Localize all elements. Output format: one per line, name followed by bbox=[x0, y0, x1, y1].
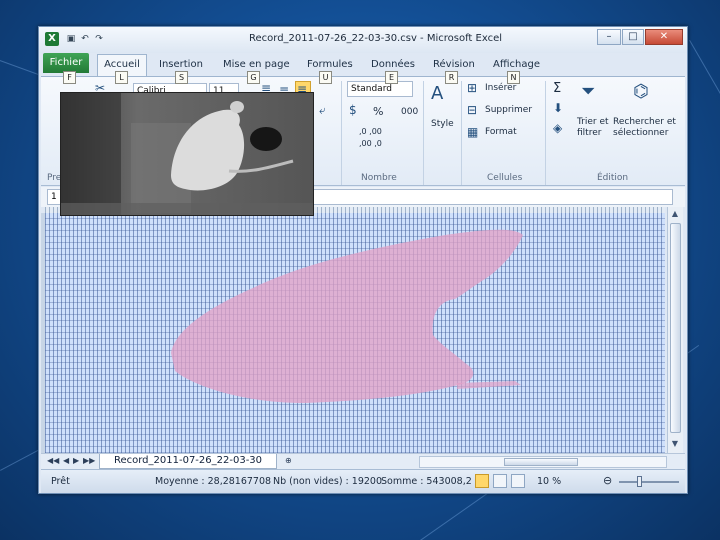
status-average: Moyenne : 28,28167708 bbox=[155, 476, 272, 487]
first-sheet-icon[interactable]: ◀◀ bbox=[47, 456, 59, 465]
zoom-slider[interactable] bbox=[619, 481, 679, 483]
formula-input[interactable] bbox=[313, 189, 673, 205]
keytip-accueil: L bbox=[115, 71, 128, 84]
maximize-button[interactable]: □ bbox=[622, 29, 644, 45]
save-icon[interactable]: ▣ bbox=[65, 33, 77, 45]
insert-cells-icon[interactable]: ⊞ bbox=[467, 81, 477, 95]
page-break-view-button[interactable] bbox=[511, 474, 525, 488]
page-layout-view-button[interactable] bbox=[493, 474, 507, 488]
keytip-affichage: N bbox=[507, 71, 520, 84]
prev-sheet-icon[interactable]: ◀ bbox=[63, 456, 69, 465]
close-button[interactable]: ✕ bbox=[645, 29, 683, 45]
insert-button[interactable]: Insérer bbox=[485, 83, 516, 93]
heatmap-tail bbox=[457, 381, 521, 389]
worksheet-grid[interactable] bbox=[45, 213, 665, 453]
wrap-text-icon[interactable]: ⤶ bbox=[319, 103, 326, 118]
window-title: Record_2011-07-26_22-03-30.csv - Microso… bbox=[249, 33, 503, 44]
delete-cells-icon[interactable]: ⊟ bbox=[467, 103, 477, 117]
group-label-nombre: Nombre bbox=[361, 173, 397, 183]
number-format-combo[interactable]: Standard bbox=[347, 81, 413, 97]
background-line bbox=[689, 40, 720, 214]
undo-icon[interactable]: ↶ bbox=[79, 33, 91, 45]
thousands-button[interactable]: 000 bbox=[401, 107, 418, 117]
sheet-tab-record[interactable]: Record_2011-07-26_22-03-30 bbox=[99, 454, 277, 469]
tab-mise-en-page[interactable]: Mise en page bbox=[223, 59, 290, 70]
group-separator bbox=[341, 81, 342, 185]
format-button[interactable]: Format bbox=[485, 127, 517, 137]
tab-donnees[interactable]: Données bbox=[371, 59, 415, 70]
keytip-donnees: E bbox=[385, 71, 398, 84]
scroll-down-arrow-icon[interactable]: ▼ bbox=[668, 439, 682, 448]
tab-revision[interactable]: Révision bbox=[433, 59, 475, 70]
keytip-mise-en-page: G bbox=[247, 71, 260, 84]
webcam-frame-image bbox=[60, 92, 314, 216]
minimize-button[interactable]: – bbox=[597, 29, 621, 45]
group-separator bbox=[423, 81, 424, 185]
style-icon[interactable]: A bbox=[431, 83, 443, 104]
currency-icon[interactable]: $ bbox=[349, 103, 357, 117]
horizontal-scrollbar[interactable] bbox=[419, 456, 667, 468]
zoom-slider-thumb[interactable] bbox=[637, 476, 642, 487]
keytip-insertion: S bbox=[175, 71, 188, 84]
status-sum: Somme : 543008,2 bbox=[381, 476, 472, 487]
tab-affichage[interactable]: Affichage bbox=[493, 59, 540, 70]
status-ready: Prêt bbox=[51, 476, 70, 487]
decrease-decimal-button[interactable]: ,00 ,0 bbox=[359, 139, 382, 148]
binoculars-icon[interactable]: ⌬ bbox=[633, 81, 649, 102]
delete-button[interactable]: Supprimer bbox=[485, 105, 532, 115]
scroll-up-arrow-icon[interactable]: ▲ bbox=[668, 209, 682, 218]
tab-insertion[interactable]: Insertion bbox=[159, 59, 203, 70]
last-sheet-icon[interactable]: ▶▶ bbox=[83, 456, 95, 465]
clear-icon[interactable]: ◈ bbox=[553, 121, 562, 135]
fill-icon[interactable]: ⬇ bbox=[553, 101, 563, 115]
zoom-out-icon[interactable]: ⊖ bbox=[603, 474, 612, 487]
style-button[interactable]: Style bbox=[431, 119, 454, 129]
excel-logo-icon: X bbox=[45, 32, 59, 46]
format-cells-icon[interactable]: ▦ bbox=[467, 125, 478, 139]
next-sheet-icon[interactable]: ▶ bbox=[73, 456, 79, 465]
normal-view-button[interactable] bbox=[475, 474, 489, 488]
group-separator bbox=[461, 81, 462, 185]
status-bar: Prêt Moyenne : 28,28167708 Nb (non vides… bbox=[41, 469, 685, 493]
find-select-button[interactable]: Rechercher et sélectionner bbox=[613, 117, 679, 139]
sheet-tab-bar: ◀◀ ◀ ▶ ▶▶ Record_2011-07-26_22-03-30 ⊕ bbox=[41, 453, 685, 469]
vertical-scrollbar[interactable]: ▲ ▼ bbox=[667, 207, 683, 453]
group-label-edition: Édition bbox=[597, 173, 629, 183]
tab-formules[interactable]: Formules bbox=[307, 59, 353, 70]
group-label-cellules: Cellules bbox=[487, 173, 523, 183]
new-sheet-icon[interactable]: ⊕ bbox=[285, 456, 292, 465]
keytip-fichier: F bbox=[63, 71, 76, 84]
sort-filter-button[interactable]: Trier et filtrer bbox=[577, 117, 613, 139]
heatmap-overlay bbox=[171, 229, 523, 403]
status-count: Nb (non vides) : 19200 bbox=[273, 476, 382, 487]
keytip-formules: U bbox=[319, 71, 332, 84]
percent-button[interactable]: % bbox=[373, 105, 383, 118]
heatmap-blob bbox=[171, 229, 523, 403]
sort-filter-icon[interactable]: ⏷ bbox=[581, 81, 595, 102]
zoom-level[interactable]: 10 % bbox=[537, 476, 561, 487]
increase-decimal-button[interactable]: ,0 ,00 bbox=[359, 127, 382, 136]
redo-icon[interactable]: ↷ bbox=[93, 33, 105, 45]
keytip-revision: R bbox=[445, 71, 458, 84]
horizontal-scroll-thumb[interactable] bbox=[504, 458, 578, 466]
sum-icon[interactable]: Σ bbox=[553, 81, 561, 96]
group-separator bbox=[545, 81, 546, 185]
title-bar: X ▣ ↶ ↷ Record_2011-07-26_22-03-30.csv -… bbox=[39, 27, 687, 53]
tab-fichier[interactable]: Fichier bbox=[43, 53, 89, 73]
vertical-scroll-thumb[interactable] bbox=[670, 223, 681, 433]
